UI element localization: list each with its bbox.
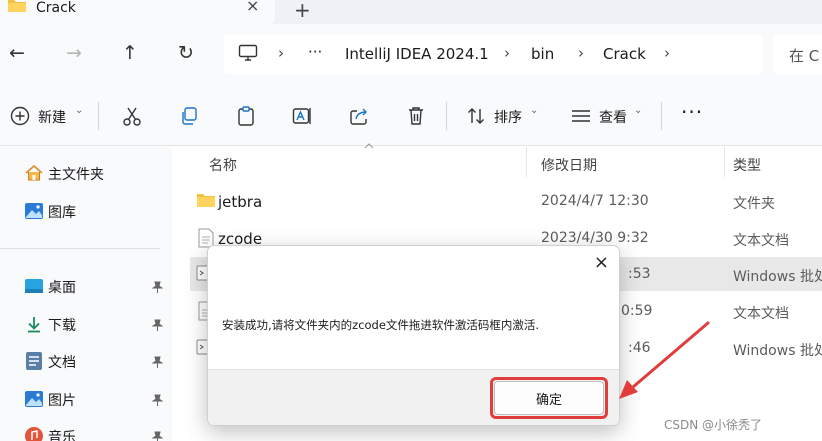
breadcrumb-bin[interactable]: bin — [531, 45, 554, 63]
address-bar-row: ← → ↑ ↻ › ··· IntelliJ IDEA 2024.1 › bin… — [0, 24, 822, 84]
forward-arrow-icon[interactable]: → — [64, 42, 84, 64]
breadcrumb-ellipsis[interactable]: ··· — [308, 43, 322, 61]
toolbar-divider — [446, 102, 447, 130]
folder-icon — [196, 192, 216, 212]
breadcrumb-crack[interactable]: Crack — [603, 45, 646, 63]
search-input[interactable]: 在 C — [773, 34, 822, 74]
home-icon — [24, 163, 44, 187]
rename-icon[interactable] — [291, 105, 313, 127]
ok-button[interactable]: 确定 — [494, 381, 604, 415]
chevron-right-icon: › — [664, 44, 670, 62]
watermark: CSDN @小徐秃了 — [664, 418, 763, 432]
sidebar-item-desktop[interactable]: 桌面 — [24, 276, 172, 298]
column-header-name[interactable]: 名称 — [209, 155, 237, 175]
paste-icon[interactable] — [235, 105, 257, 127]
sort-ascending-icon — [364, 141, 374, 152]
sort-icon[interactable] — [465, 105, 487, 127]
pin-icon[interactable] — [151, 394, 164, 409]
sidebar-item-label: 音乐 — [48, 430, 76, 441]
share-icon[interactable] — [348, 105, 370, 127]
sidebar-item-label: 图片 — [48, 393, 76, 409]
column-header-type[interactable]: 类型 — [733, 155, 761, 175]
table-row[interactable]: jetbra 2024/4/7 12:30 文件夹 — [190, 184, 822, 218]
column-divider[interactable] — [724, 147, 725, 177]
message-dialog: × 安装成功,请将文件夹内的zcode文件拖进软件激活码框内激活. 确定 — [207, 245, 620, 426]
column-divider[interactable] — [526, 147, 527, 177]
address-box[interactable]: › ··· IntelliJ IDEA 2024.1 › bin › Crack… — [224, 34, 762, 74]
file-date: 2023/4/30 9:32 — [541, 230, 649, 246]
file-date: 0:59 — [621, 303, 653, 319]
file-type: 文本文档 — [733, 233, 789, 249]
gallery-icon — [24, 202, 44, 224]
back-arrow-icon[interactable]: ← — [7, 42, 27, 64]
file-date: 2024/4/7 12:30 — [541, 193, 649, 209]
sort-button[interactable]: 排序 — [494, 107, 522, 127]
refresh-icon[interactable]: ↻ — [176, 42, 196, 64]
add-circle-icon[interactable] — [9, 105, 31, 127]
toolbar-divider — [661, 102, 662, 130]
sidebar-item-documents[interactable]: 文档 — [24, 351, 172, 373]
file-type: Windows 批处 — [733, 269, 822, 285]
sidebar-item-label: 下载 — [48, 318, 76, 334]
delete-icon[interactable] — [405, 105, 427, 127]
chevron-down-icon: ⌄ — [634, 105, 643, 116]
up-arrow-icon[interactable]: ↑ — [120, 42, 140, 64]
pin-icon[interactable] — [151, 356, 164, 371]
folder-icon — [7, 0, 27, 17]
new-button[interactable]: 新建 — [38, 107, 66, 127]
copy-icon[interactable] — [178, 105, 200, 127]
sidebar-item-label: 桌面 — [48, 280, 76, 296]
title-bar: Crack × + — [0, 0, 822, 24]
tab-crack[interactable]: Crack × — [0, 0, 275, 24]
monitor-icon — [238, 44, 258, 66]
pin-icon[interactable] — [151, 281, 164, 296]
file-type: 文本文档 — [733, 306, 789, 322]
sidebar-divider — [0, 248, 160, 249]
desktop-icon — [24, 278, 44, 298]
new-tab-icon[interactable]: + — [294, 0, 311, 22]
document-icon — [25, 351, 43, 375]
navigation-pane: 主文件夹 图库 桌面 下载 文档 图片 音乐 — [0, 147, 172, 441]
music-icon — [24, 426, 44, 441]
breadcrumb-intellij[interactable]: IntelliJ IDEA 2024.1 — [345, 45, 489, 63]
chevron-right-icon: › — [504, 44, 510, 62]
sidebar-item-downloads[interactable]: 下载 — [24, 314, 172, 336]
view-button[interactable]: 查看 — [599, 107, 627, 127]
toolbar-divider — [98, 102, 99, 130]
file-date: :53 — [628, 266, 651, 282]
cut-icon[interactable] — [121, 105, 143, 127]
pin-icon[interactable] — [151, 431, 164, 441]
chevron-down-icon: ⌄ — [75, 105, 84, 116]
dialog-close-icon[interactable]: × — [594, 252, 609, 273]
sidebar-item-label: 主文件夹 — [48, 167, 104, 183]
tab-title: Crack — [36, 0, 76, 16]
pictures-icon — [24, 390, 44, 412]
more-options-button[interactable]: ··· — [681, 100, 703, 124]
sidebar-item-label: 图库 — [48, 205, 76, 221]
file-date: :46 — [628, 340, 651, 356]
file-type: Windows 批处 — [733, 343, 822, 359]
pin-icon[interactable] — [151, 319, 164, 334]
sidebar-item-music[interactable]: 音乐 — [24, 426, 172, 441]
chevron-right-icon: › — [578, 44, 584, 62]
tab-close-icon[interactable]: × — [246, 0, 259, 15]
chevron-down-icon: ⌄ — [530, 105, 539, 116]
column-header-modified[interactable]: 修改日期 — [541, 155, 597, 175]
command-toolbar: 新建 ⌄ 排序 ⌄ 查看 ⌄ ··· — [0, 84, 822, 146]
sidebar-item-pictures[interactable]: 图片 — [24, 389, 172, 411]
file-name: jetbra — [218, 193, 263, 211]
view-icon[interactable] — [570, 105, 592, 127]
chevron-right-icon: › — [278, 44, 284, 62]
download-icon — [24, 314, 44, 338]
file-type: 文件夹 — [733, 196, 775, 212]
sidebar-item-label: 文档 — [48, 355, 76, 371]
search-placeholder: 在 C — [789, 47, 820, 65]
dialog-message: 安装成功,请将文件夹内的zcode文件拖进软件激活码框内激活. — [222, 318, 540, 332]
